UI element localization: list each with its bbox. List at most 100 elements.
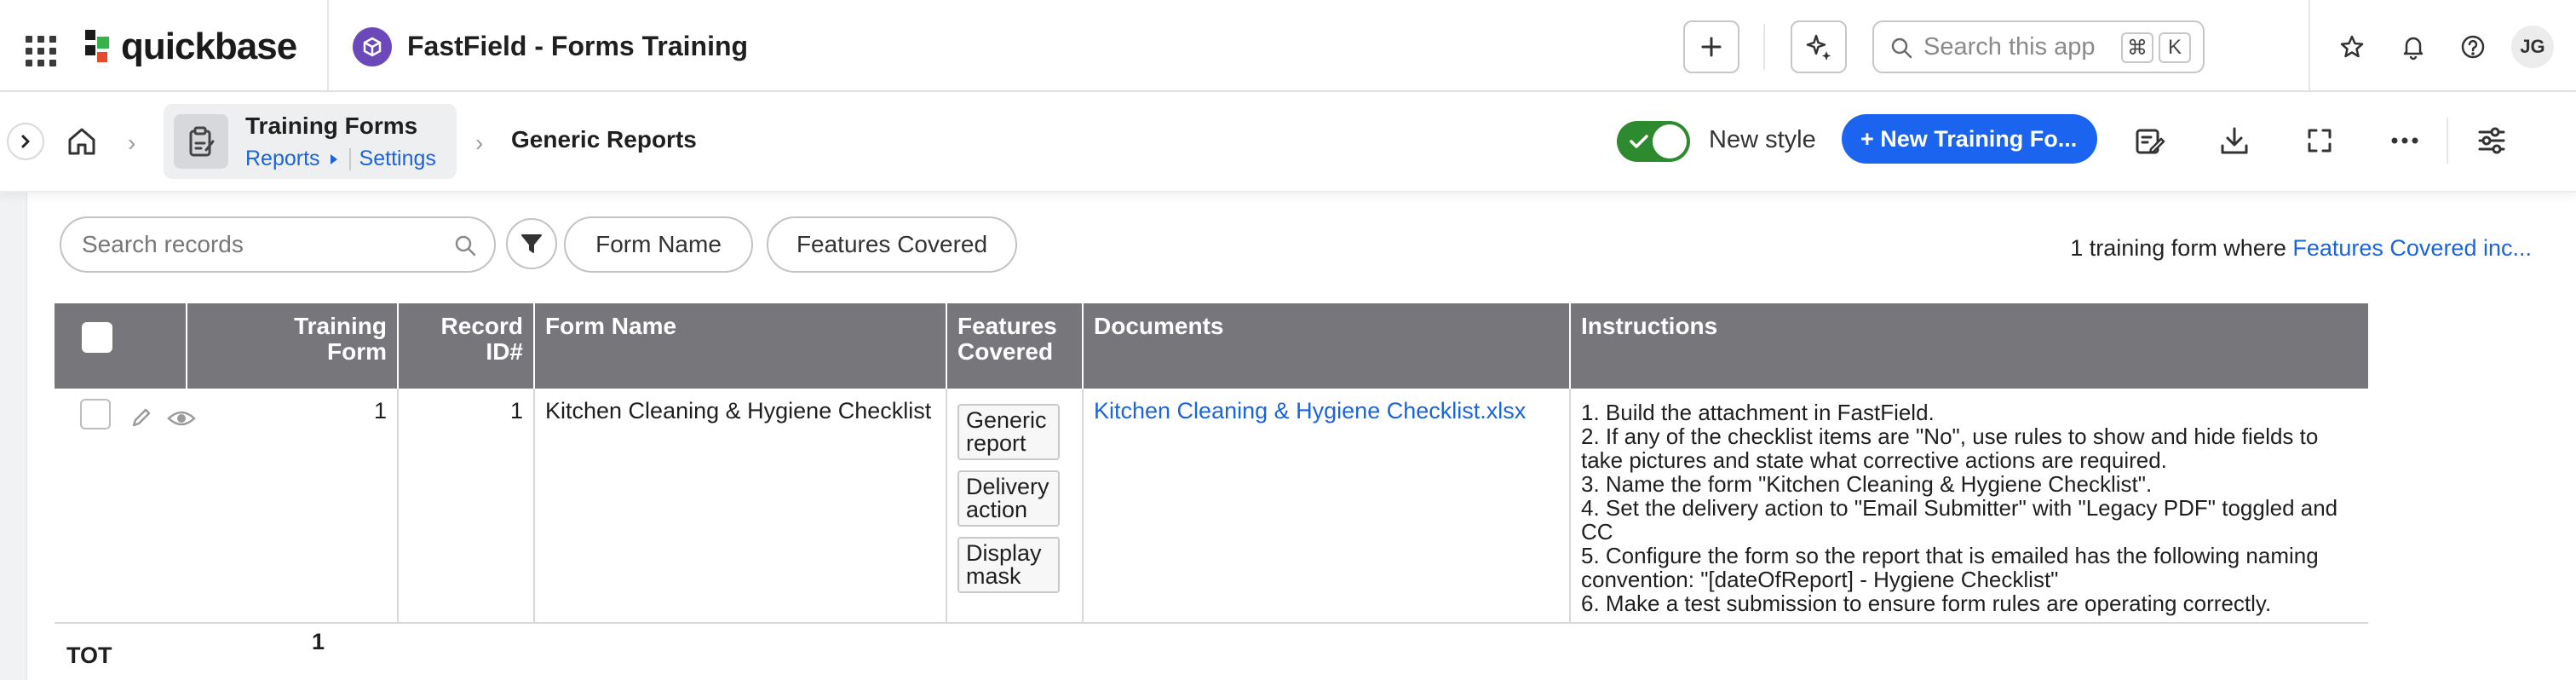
row-actions-cell [55, 389, 196, 624]
fullscreen-button[interactable] [2298, 119, 2341, 162]
table-row[interactable]: 1 1 Kitchen Cleaning & Hygiene Checklist… [55, 389, 2368, 624]
documents-cell: Kitchen Cleaning & Hygiene Checklist.xls… [1084, 389, 1571, 624]
instructions-cell: 1. Build the attachment in FastField. 2.… [1571, 389, 2368, 624]
feature-chip: Generic report [957, 404, 1060, 460]
add-button[interactable] [1683, 20, 1739, 73]
table-links: Reports Settings [245, 147, 436, 171]
settings-link[interactable]: Settings [359, 147, 436, 171]
download-button[interactable] [2213, 119, 2256, 162]
quickbase-logo[interactable]: quickbase [85, 26, 297, 68]
app-search-input[interactable]: Search this app ⌘ K [1872, 20, 2205, 73]
toggle-knob [1653, 124, 1687, 158]
app-badge-icon[interactable] [353, 27, 392, 66]
report-name: Generic Reports [511, 126, 697, 153]
totals-label: TOT [66, 643, 112, 668]
instruction-line: 4. Set the delivery action to "Email Sub… [1581, 495, 2338, 545]
user-avatar[interactable]: JG [2511, 26, 2554, 68]
features-covered-cell: Generic report Delivery action Display m… [947, 389, 1084, 624]
select-all-checkbox[interactable] [82, 322, 112, 353]
instruction-line: 3. Name the form "Kitchen Cleaning & Hyg… [1581, 471, 2153, 497]
quickbase-logo-mark [85, 30, 112, 64]
home-icon [68, 128, 95, 155]
record-id-cell: 1 [399, 389, 535, 624]
ellipsis-icon [2391, 137, 2418, 144]
breadcrumb-separator-icon: › [128, 130, 136, 156]
search-icon [455, 235, 476, 256]
table-name[interactable]: Training Forms [245, 112, 417, 140]
download-icon [2221, 127, 2248, 154]
plus-icon [1701, 37, 1722, 57]
apps-grid-icon[interactable] [26, 36, 56, 66]
column-header-line: Features [957, 313, 1057, 339]
divider [2309, 0, 2310, 90]
caret-right-icon[interactable] [327, 152, 341, 167]
search-icon [1891, 37, 1912, 59]
search-records-placeholder: Search records [82, 231, 244, 257]
instruction-line: 6. Make a test submission to ensure form… [1581, 591, 2272, 616]
help-button[interactable] [2452, 26, 2494, 68]
table-icon [174, 114, 228, 169]
document-link[interactable]: Kitchen Cleaning & Hygiene Checklist.xls… [1094, 398, 1526, 424]
summary-filter-link[interactable]: Features Covered inc... [2292, 235, 2532, 261]
row-select-checkbox[interactable] [80, 399, 111, 429]
brand-name: quickbase [121, 26, 297, 67]
chevron-right-icon [21, 135, 30, 148]
column-header-line: Documents [1094, 313, 1224, 339]
sparkle-icon [1806, 34, 1831, 61]
funnel-icon [521, 234, 542, 253]
shortcut-k-key: K [2159, 32, 2191, 63]
column-header-training-form[interactable]: Training Form [187, 303, 399, 389]
check-icon [1630, 135, 1648, 148]
reports-link[interactable]: Reports [245, 147, 320, 171]
divider [1763, 24, 1765, 70]
app-title[interactable]: FastField - Forms Training [407, 31, 748, 62]
features-covered-filter-pill[interactable]: Features Covered [767, 216, 1017, 273]
new-style-toggle[interactable] [1617, 121, 1690, 162]
home-button[interactable] [65, 124, 99, 163]
more-options-button[interactable] [2383, 119, 2426, 162]
breadcrumb-separator-icon: › [475, 130, 484, 156]
training-form-cell: 1 [187, 389, 399, 624]
new-training-form-button[interactable]: + New Training Fo... [1842, 114, 2097, 164]
help-icon [2461, 35, 2485, 59]
filter-button[interactable] [506, 218, 557, 269]
column-header-form-name[interactable]: Form Name [535, 303, 947, 389]
notifications-button[interactable] [2392, 26, 2435, 68]
instruction-line: 5. Configure the form so the report that… [1581, 543, 2319, 592]
edit-report-icon [2136, 129, 2165, 154]
divider [348, 147, 351, 170]
column-header-line: Record [440, 313, 523, 339]
ai-assistant-button[interactable] [1791, 20, 1847, 73]
edit-pencil-icon[interactable] [129, 406, 153, 429]
form-name-cell: Kitchen Cleaning & Hygiene Checklist [535, 389, 947, 624]
search-records-input[interactable]: Search records [60, 216, 496, 273]
form-name-filter-pill[interactable]: Form Name [564, 216, 753, 273]
column-header-line: Covered [957, 338, 1054, 365]
favorites-button[interactable] [2331, 26, 2373, 68]
column-header-documents[interactable]: Documents [1084, 303, 1571, 389]
sliders-icon [2478, 127, 2505, 154]
expand-sidebar-button[interactable] [7, 123, 44, 160]
app-search-placeholder: Search this app [1923, 32, 2096, 61]
new-style-label: New style [1709, 126, 1816, 153]
report-settings-button[interactable] [2470, 119, 2513, 162]
table-header: Training Form Record ID# Form Name Featu… [55, 303, 2368, 389]
bell-icon [2403, 37, 2424, 61]
column-header-features-covered[interactable]: Features Covered [947, 303, 1084, 389]
top-bar: quickbase FastField - Forms Training Sea… [0, 0, 2576, 92]
instruction-line: 1. Build the attachment in FastField. [1581, 400, 1935, 425]
star-icon [2340, 35, 2364, 58]
column-header-line: Form Name [545, 313, 677, 339]
feature-chip: Delivery action [957, 470, 1060, 527]
instruction-line: 2. If any of the checklist items are "No… [1581, 424, 2319, 473]
column-header-line: Form [327, 338, 387, 365]
divider [2447, 118, 2448, 164]
feature-chip: Display mask [957, 537, 1060, 593]
column-header-record-id[interactable]: Record ID# [399, 303, 535, 389]
column-header-instructions[interactable]: Instructions [1571, 303, 2368, 389]
table-breadcrumb[interactable]: Training Forms Reports Settings [164, 104, 457, 179]
record-count-summary: 1 training form where Features Covered i… [2070, 235, 2532, 262]
totals-training-form: 1 [312, 629, 325, 654]
column-header-line: Training [294, 313, 387, 339]
edit-report-button[interactable] [2128, 119, 2171, 162]
